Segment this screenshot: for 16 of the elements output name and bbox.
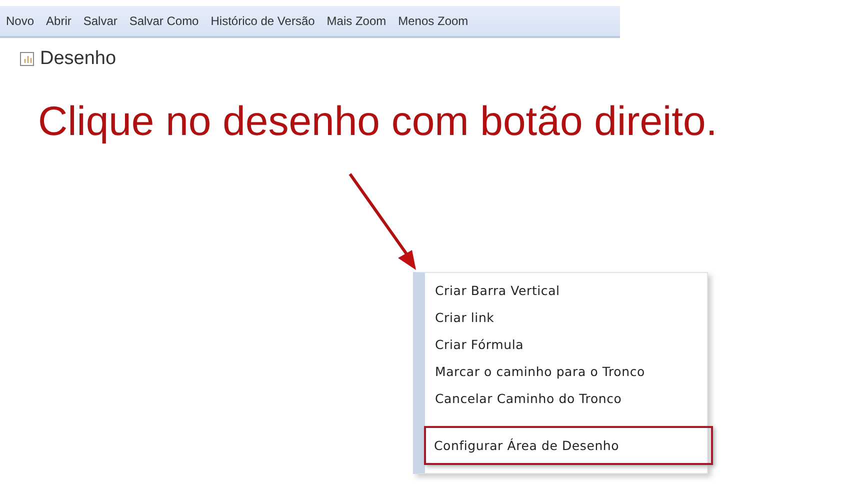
menu-item[interactable]: Criar Fórmula <box>425 331 707 358</box>
menu-item[interactable]: Criar Barra Vertical <box>425 277 707 304</box>
menu-item[interactable]: Cancelar Caminho do Tronco <box>425 385 707 412</box>
toolbar-link[interactable]: Menos Zoom <box>398 14 468 28</box>
menu-item[interactable]: Marcar o caminho para o Tronco <box>425 358 707 385</box>
menu-item[interactable]: Configurar Área de Desenho <box>424 426 713 465</box>
toolbar-link[interactable]: Histórico de Versão <box>210 14 315 28</box>
chart-icon <box>20 52 34 66</box>
toolbar-link[interactable]: Novo <box>6 14 34 28</box>
instruction-text: Clique no desenho com botão direito. <box>38 98 718 145</box>
page-title: Desenho <box>40 48 116 70</box>
toolbar-link[interactable]: Salvar Como <box>129 14 199 28</box>
toolbar-link[interactable]: Mais Zoom <box>326 14 386 28</box>
toolbar-link[interactable]: Abrir <box>46 14 72 28</box>
menu-item[interactable]: Criar link <box>425 304 707 331</box>
toolbar-link[interactable]: Salvar <box>83 14 118 28</box>
